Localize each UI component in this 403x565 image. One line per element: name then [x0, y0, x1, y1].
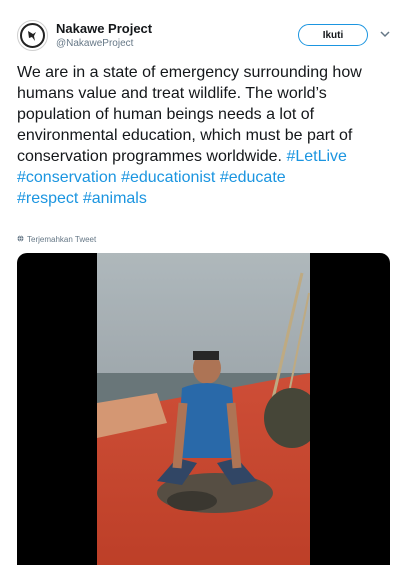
- chevron-down-icon[interactable]: [378, 28, 392, 40]
- video-player[interactable]: [17, 253, 390, 565]
- translate-tweet-link[interactable]: Terjemahkan Tweet: [17, 235, 96, 244]
- video-frame[interactable]: [97, 253, 310, 565]
- avatar[interactable]: [17, 20, 48, 51]
- hashtag-respect[interactable]: #respect: [17, 190, 78, 207]
- hashtag-letlive[interactable]: #LetLive: [286, 148, 347, 165]
- hashtag-educationist[interactable]: #educationist: [121, 169, 215, 186]
- hashtag-conservation[interactable]: #conservation: [17, 169, 117, 186]
- bird-logo-icon: [20, 23, 45, 48]
- tweet-text: We are in a state of emergency surroundi…: [17, 62, 389, 209]
- author-handle[interactable]: @NakaweProject: [56, 38, 133, 49]
- translate-label: Terjemahkan Tweet: [27, 235, 97, 244]
- hashtag-educate[interactable]: #educate: [220, 169, 286, 186]
- hashtag-animals[interactable]: #animals: [83, 190, 147, 207]
- globe-icon: [17, 235, 24, 244]
- follow-button[interactable]: Ikuti: [298, 24, 368, 46]
- author-name[interactable]: Nakawe Project: [56, 21, 152, 36]
